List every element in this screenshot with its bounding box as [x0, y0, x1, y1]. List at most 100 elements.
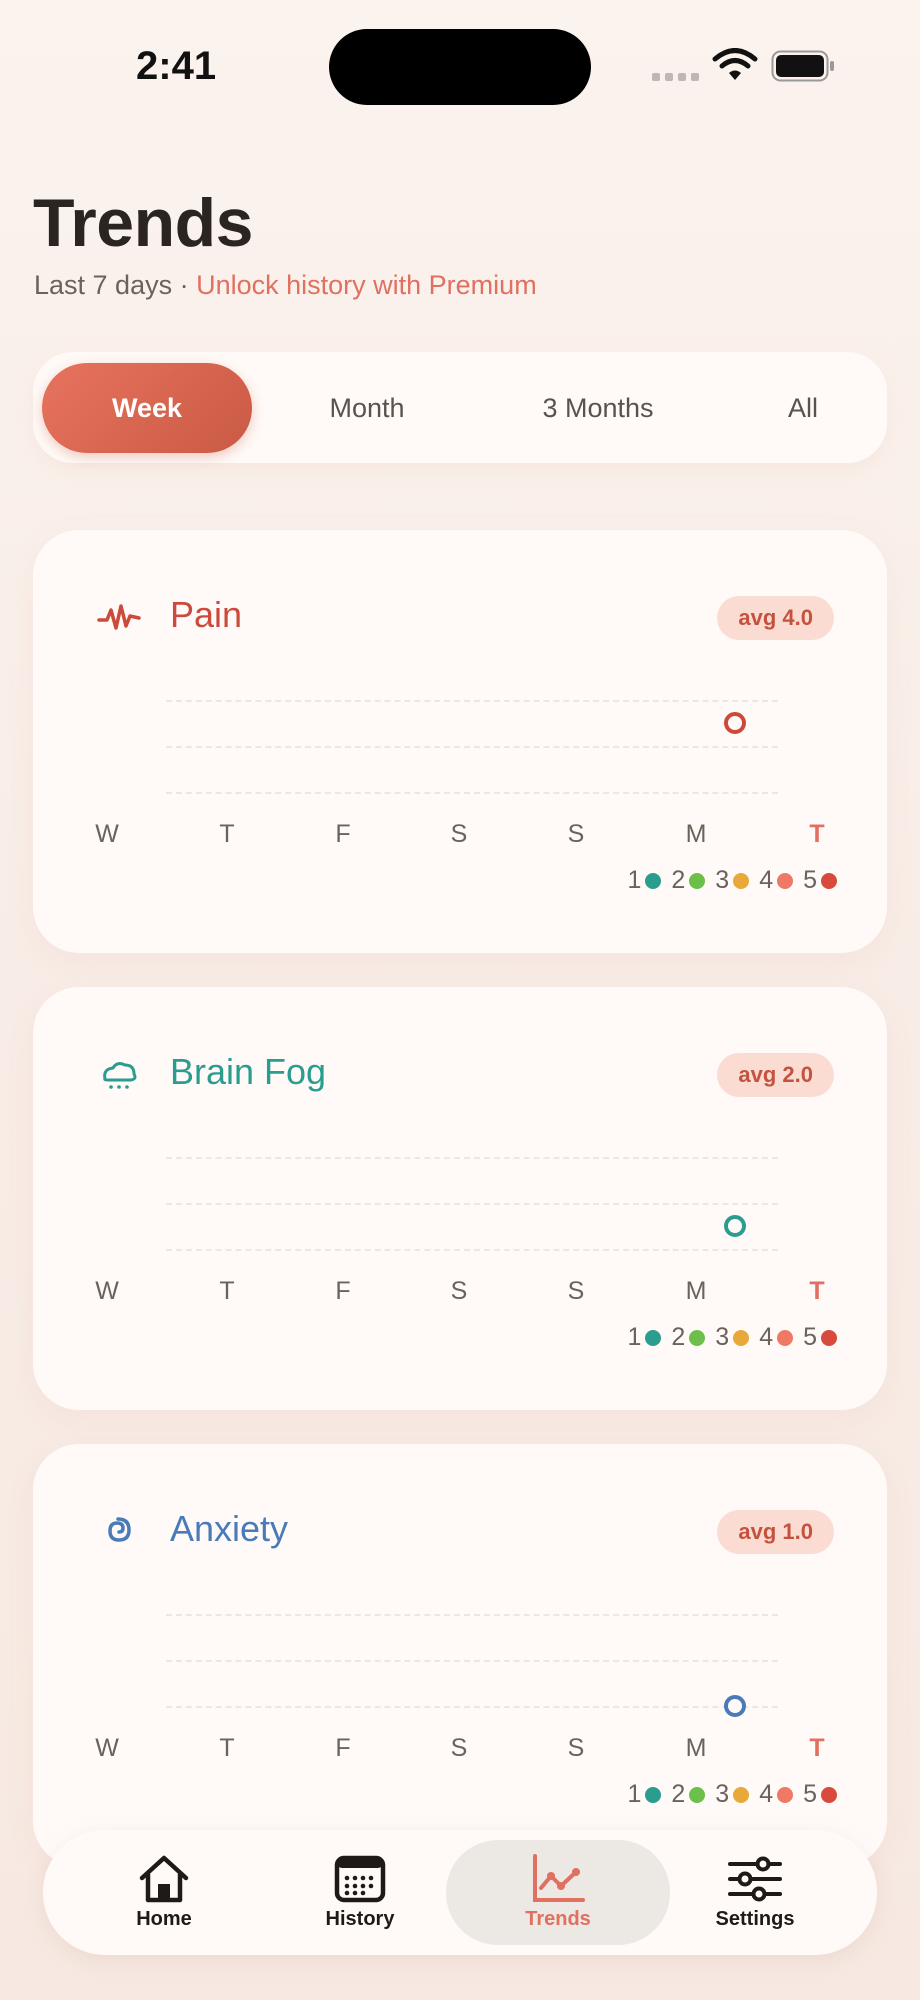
legend-label: 3 — [715, 1780, 730, 1808]
day-label: T — [219, 1734, 235, 1762]
trend-card-brain-fog[interactable]: Brain Fog avg 2.0 W T F S S M T 1 2 3 4 5 — [33, 987, 887, 1410]
legend-item: 5 — [803, 866, 837, 895]
nav-home-label: Home — [136, 1908, 192, 1930]
dynamic-island — [329, 29, 591, 105]
legend-item: 1 — [627, 1323, 662, 1352]
tab-all[interactable]: All — [733, 363, 873, 453]
nav-home[interactable]: Home — [52, 1840, 276, 1945]
subtitle-range: Last 7 days · — [34, 270, 197, 300]
tab-month[interactable]: Month — [281, 363, 453, 453]
today-value-marker[interactable] — [724, 1695, 746, 1717]
severity-legend: 1 2 3 4 5 — [627, 1780, 837, 1809]
chart-icon — [533, 1854, 585, 1902]
grid-line — [166, 1614, 778, 1616]
subtitle: Last 7 days · Unlock history with Premiu… — [34, 270, 537, 301]
nav-history[interactable]: History — [248, 1840, 472, 1945]
legend-label: 1 — [627, 1780, 642, 1808]
day-label: T — [809, 1734, 825, 1762]
legend-item: 4 — [759, 1323, 794, 1352]
pulse-icon — [97, 596, 141, 640]
day-label: S — [450, 1277, 468, 1305]
range-segmented-control: Week Month 3 Months All — [33, 352, 887, 463]
wifi-icon — [712, 48, 758, 80]
today-value-marker[interactable] — [724, 712, 746, 734]
severity-legend: 1 2 3 4 5 — [627, 1323, 837, 1352]
day-label: S — [567, 820, 585, 848]
grid-line — [166, 1706, 778, 1708]
legend-dot — [821, 872, 837, 889]
legend-label: 2 — [671, 866, 686, 894]
grid-line — [166, 1660, 778, 1662]
grid-line — [166, 700, 778, 702]
avg-badge: avg 4.0 — [717, 596, 834, 640]
status-time: 2:41 — [136, 44, 217, 88]
day-label: T — [219, 1277, 235, 1305]
avg-badge: avg 2.0 — [717, 1053, 834, 1097]
legend-label: 4 — [759, 1323, 774, 1351]
legend-label: 3 — [715, 866, 730, 894]
day-label: W — [95, 820, 119, 848]
legend-dot — [777, 1786, 794, 1803]
legend-dot — [821, 1786, 837, 1803]
day-label: T — [219, 820, 235, 848]
day-label: S — [567, 1734, 585, 1762]
tab-3-months[interactable]: 3 Months — [483, 363, 713, 453]
legend-label: 4 — [759, 1780, 774, 1808]
grid-line — [166, 746, 778, 748]
day-label: W — [95, 1734, 119, 1762]
card-title: Pain — [170, 594, 243, 635]
page-title: Trends — [33, 185, 253, 261]
nav-trends[interactable]: Trends — [446, 1840, 670, 1945]
trend-card-anxiety[interactable]: Anxiety avg 1.0 W T F S S M T 1 2 3 4 5 — [33, 1444, 887, 1867]
legend-item: 2 — [671, 1323, 706, 1352]
status-bar: 2:41 — [0, 0, 920, 140]
tab-week[interactable]: Week — [42, 363, 252, 453]
legend-item: 4 — [759, 1780, 794, 1809]
spiral-icon — [97, 1510, 141, 1554]
avg-badge: avg 1.0 — [717, 1510, 834, 1554]
grid-line — [166, 792, 778, 794]
legend-item: 2 — [671, 866, 706, 895]
calendar-icon — [334, 1855, 386, 1903]
legend-item: 5 — [803, 1323, 837, 1352]
legend-label: 2 — [671, 1323, 686, 1351]
trend-card-pain[interactable]: Pain avg 4.0 W T F S S M T 1 2 3 4 5 — [33, 530, 887, 953]
grid-line — [166, 1157, 778, 1159]
legend-item: 4 — [759, 866, 794, 895]
day-label: S — [450, 820, 468, 848]
legend-label: 5 — [803, 866, 817, 894]
legend-item: 5 — [803, 1780, 837, 1809]
nav-settings-label: Settings — [715, 1908, 795, 1930]
bottom-tab-bar: Home History Trends Settings — [43, 1830, 877, 1955]
grid-line — [166, 1203, 778, 1205]
today-value-marker[interactable] — [724, 1215, 746, 1237]
legend-label: 3 — [715, 1323, 730, 1351]
legend-dot — [733, 1329, 750, 1346]
day-label: M — [685, 1277, 707, 1305]
legend-label: 5 — [803, 1780, 817, 1808]
day-label: S — [450, 1734, 468, 1762]
cloud-icon — [97, 1053, 141, 1097]
day-label: F — [335, 1277, 351, 1305]
grid-line — [166, 1249, 778, 1251]
legend-label: 2 — [671, 1780, 686, 1808]
sliders-icon — [728, 1856, 782, 1902]
legend-item: 3 — [715, 1323, 750, 1352]
day-label: F — [335, 1734, 351, 1762]
card-title: Brain Fog — [170, 1051, 327, 1092]
nav-trends-label: Trends — [525, 1908, 591, 1930]
day-label: M — [685, 1734, 707, 1762]
legend-label: 1 — [627, 1323, 642, 1351]
cellular-signal-icon — [652, 73, 699, 81]
legend-dot — [821, 1329, 837, 1346]
day-label: T — [809, 820, 825, 848]
unlock-premium-link[interactable]: Unlock history with Premium — [196, 270, 537, 300]
battery-icon — [771, 50, 834, 82]
legend-label: 5 — [803, 1323, 817, 1351]
legend-dot — [777, 1329, 794, 1346]
legend-item: 3 — [715, 866, 750, 895]
nav-settings[interactable]: Settings — [643, 1840, 867, 1945]
day-label: F — [335, 820, 351, 848]
legend-label: 1 — [627, 866, 642, 894]
legend-dot — [689, 1786, 706, 1803]
